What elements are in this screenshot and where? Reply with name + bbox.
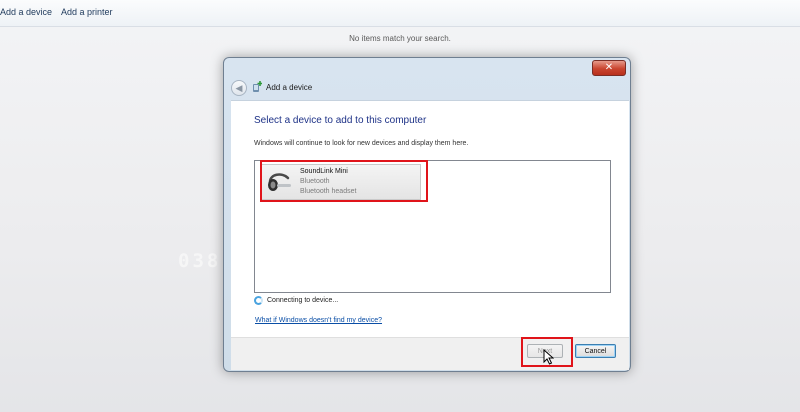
cancel-button[interactable]: Cancel <box>575 344 616 358</box>
dialog-subtext: Windows will continue to look for new de… <box>254 140 469 147</box>
device-highlight-box <box>260 160 428 202</box>
explorer-toolbar: Add a device Add a printer <box>0 0 800 27</box>
connection-status: Connecting to device... <box>267 297 339 304</box>
loading-spinner-icon <box>254 296 263 305</box>
dialog-title: Add a device <box>266 83 313 92</box>
dialog-heading: Select a device to add to this computer <box>254 115 427 126</box>
add-device-toolbar-button[interactable]: Add a device <box>0 7 52 17</box>
add-printer-toolbar-button[interactable]: Add a printer <box>61 7 113 17</box>
back-button[interactable]: ◀ <box>231 80 247 96</box>
close-button[interactable]: ✕ <box>592 60 626 76</box>
empty-results-message: No items match your search. <box>349 34 451 43</box>
help-link[interactable]: What if Windows doesn't find my device? <box>255 317 382 324</box>
add-device-icon <box>253 81 262 92</box>
mouse-cursor-icon <box>543 349 554 365</box>
